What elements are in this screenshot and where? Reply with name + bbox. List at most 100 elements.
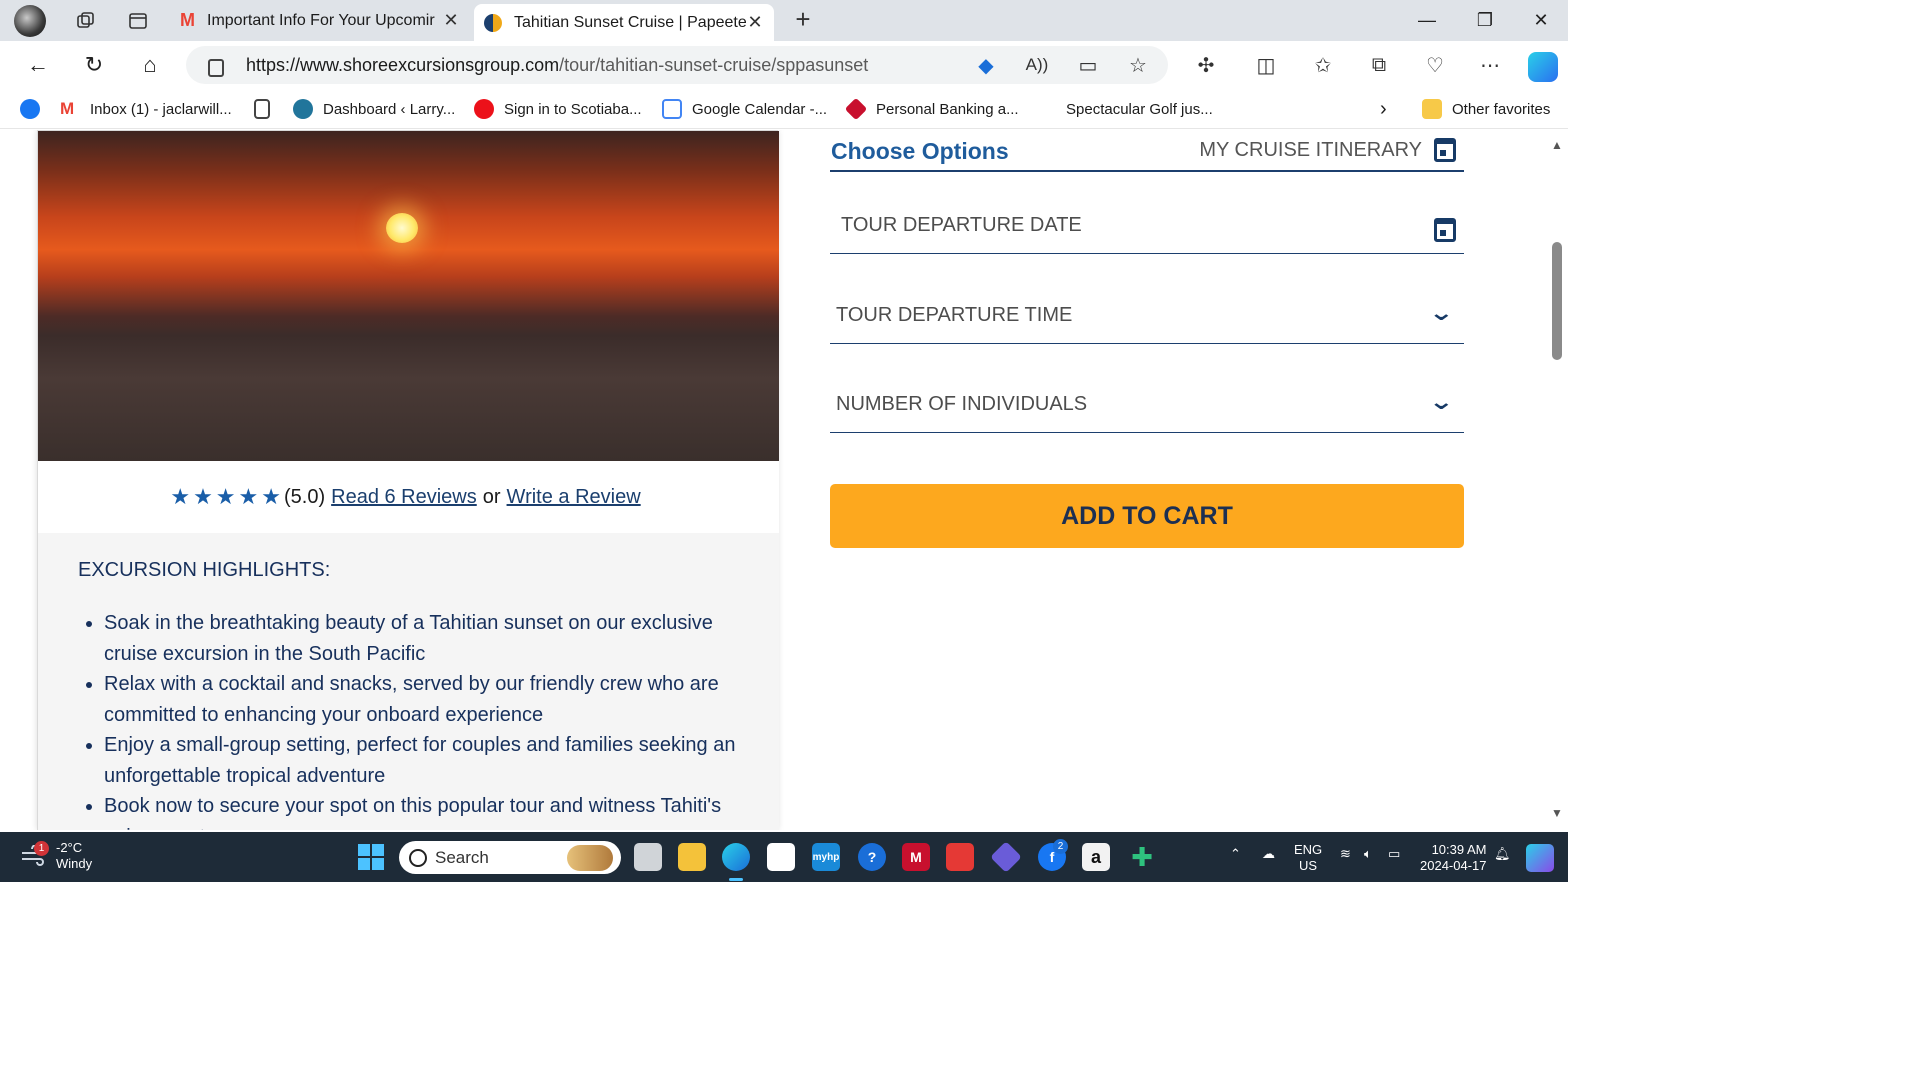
- lock-icon[interactable]: [208, 59, 224, 77]
- news-app-icon[interactable]: [946, 843, 974, 871]
- close-tab-icon[interactable]: ✕: [442, 10, 460, 31]
- address-bar[interactable]: https://www.shoreexcursionsgroup.com/tou…: [186, 46, 1168, 84]
- weather-alert-badge: 1: [34, 841, 49, 856]
- scroll-up-icon[interactable]: ▲: [1551, 138, 1563, 152]
- microsoft-store-icon[interactable]: [767, 843, 795, 871]
- page-scrollbar[interactable]: ▲ ▼: [1548, 130, 1568, 830]
- folder-icon: [1422, 99, 1442, 119]
- add-to-cart-button[interactable]: ADD TO CART: [830, 484, 1464, 548]
- fav-golf[interactable]: Spectacular Golf jus...: [1036, 97, 1213, 121]
- copilot-icon[interactable]: [1528, 52, 1558, 82]
- favorite-star-icon[interactable]: ☆: [1125, 52, 1151, 78]
- search-icon: [409, 848, 427, 867]
- refresh-button[interactable]: ↻: [78, 50, 110, 80]
- volume-icon[interactable]: 🔈︎: [1364, 846, 1372, 862]
- task-view-icon[interactable]: [634, 843, 662, 871]
- scroll-thumb[interactable]: [1552, 242, 1562, 360]
- scotiabank-icon: [474, 99, 494, 119]
- more-menu-icon[interactable]: ⋯: [1477, 52, 1503, 78]
- star-icon: ★: [261, 484, 281, 509]
- minimize-button[interactable]: —: [1398, 0, 1456, 41]
- sunset-photo: [38, 131, 779, 461]
- close-tab-icon[interactable]: ✕: [746, 12, 764, 33]
- golf-icon: [1036, 99, 1056, 119]
- rating-stars: ★ ★ ★ ★ ★: [170, 484, 284, 510]
- calendar-icon[interactable]: [1434, 218, 1456, 242]
- url-text[interactable]: https://www.shoreexcursionsgroup.com/tou…: [246, 55, 868, 76]
- departure-time-select[interactable]: TOUR DEPARTURE TIME ⌄: [830, 282, 1464, 344]
- extensions-icon[interactable]: ✣: [1193, 52, 1219, 78]
- page-content: ★ ★ ★ ★ ★ (5.0) Read 6 Reviews or Write a Re…: [0, 130, 1568, 830]
- rating-value: (5.0): [284, 485, 326, 508]
- weather-temp: -2°C: [56, 840, 83, 855]
- individuals-select[interactable]: NUMBER OF INDIVIDUALS ⌄: [830, 371, 1464, 433]
- departure-date-field[interactable]: TOUR DEPARTURE DATE: [830, 192, 1464, 254]
- language-indicator[interactable]: ENG US: [1294, 842, 1322, 874]
- options-header: Choose Options MY CRUISE ITINERARY: [830, 130, 1464, 172]
- fav-google-calendar[interactable]: Google Calendar -...: [662, 97, 827, 121]
- fav-dashboard[interactable]: Dashboard ‹ Larry...: [293, 97, 455, 121]
- calendar-icon[interactable]: [1434, 138, 1456, 162]
- restore-button[interactable]: ❐: [1456, 0, 1514, 41]
- start-button[interactable]: [358, 844, 384, 870]
- new-tab-button[interactable]: +: [788, 4, 818, 36]
- file-explorer-icon[interactable]: [678, 843, 706, 871]
- fav-facebook[interactable]: [20, 97, 50, 121]
- fav-personal-banking[interactable]: Personal Banking a...: [844, 97, 1019, 121]
- fav-inbox[interactable]: M Inbox (1) - jaclarwill...: [60, 97, 232, 121]
- favorites-overflow-chevron-icon[interactable]: ›: [1380, 97, 1387, 121]
- mcafee-icon[interactable]: M: [902, 843, 930, 871]
- facebook-icon: [20, 99, 40, 119]
- show-hidden-icons-chevron-icon[interactable]: ⌃: [1230, 846, 1241, 862]
- fav-page[interactable]: [254, 97, 280, 121]
- tab-tahitian-sunset[interactable]: Tahitian Sunset Cruise | Papeete S ✕: [474, 4, 774, 41]
- star-icon: ★: [193, 484, 213, 509]
- clock[interactable]: 10:39 AM 2024-04-17: [1420, 842, 1487, 874]
- copilot-taskbar-icon[interactable]: [1526, 844, 1554, 872]
- my-cruise-itinerary-link[interactable]: MY CRUISE ITINERARY: [1199, 139, 1422, 162]
- weather-widget[interactable]: 1 -2°C Windy: [20, 840, 92, 872]
- favorites-icon[interactable]: ✩: [1310, 52, 1336, 78]
- gmail-icon: M: [180, 10, 195, 30]
- tab-actions-icon[interactable]: [118, 5, 158, 37]
- workspaces-icon[interactable]: [66, 5, 106, 37]
- notifications-bell-icon[interactable]: 🔔︎: [1494, 846, 1511, 862]
- gmail-icon: M: [60, 99, 75, 118]
- write-review-link[interactable]: Write a Review: [507, 486, 641, 509]
- wifi-icon[interactable]: ≋: [1340, 846, 1351, 862]
- taskbar-search[interactable]: Search: [399, 841, 621, 874]
- chevron-down-icon[interactable]: ⌄: [1428, 389, 1454, 415]
- tab-gmail[interactable]: M Important Info For Your Upcomir ✕: [170, 4, 470, 37]
- browser-essentials-icon[interactable]: ♡: [1422, 52, 1448, 78]
- read-reviews-link[interactable]: Read 6 Reviews: [331, 486, 477, 509]
- fav-scotiabank[interactable]: Sign in to Scotiaba...: [474, 97, 642, 121]
- amazon-icon[interactable]: a: [1082, 843, 1110, 871]
- edge-icon[interactable]: [722, 843, 750, 871]
- home-button[interactable]: ⌂: [134, 50, 166, 80]
- collections-icon[interactable]: ⧉: [1366, 52, 1392, 78]
- profile-avatar[interactable]: [14, 4, 46, 37]
- split-screen-icon[interactable]: ◫: [1253, 52, 1279, 78]
- active-app-indicator: [729, 878, 743, 881]
- choose-options-title: Choose Options: [831, 138, 1009, 164]
- departure-date-label: TOUR DEPARTURE DATE: [841, 214, 1082, 236]
- close-window-button[interactable]: ✕: [1512, 0, 1570, 41]
- highlights-title: EXCURSION HIGHLIGHTS:: [78, 559, 331, 581]
- immersive-reader-icon[interactable]: ▭: [1075, 52, 1101, 78]
- get-help-icon[interactable]: ?: [858, 843, 886, 871]
- coupon-tag-icon[interactable]: ◆: [973, 52, 999, 78]
- scroll-down-icon[interactable]: ▼: [1551, 806, 1563, 820]
- chevron-down-icon[interactable]: ⌄: [1428, 300, 1454, 326]
- battery-icon[interactable]: ▭: [1388, 846, 1400, 862]
- clipchamp-icon[interactable]: [990, 841, 1022, 873]
- plus-app-icon[interactable]: ✚: [1128, 842, 1156, 872]
- other-favorites[interactable]: Other favorites: [1422, 97, 1550, 121]
- myhp-icon[interactable]: myhp: [812, 843, 840, 871]
- back-button[interactable]: ←: [22, 50, 54, 80]
- onedrive-icon[interactable]: ☁: [1262, 846, 1275, 862]
- excursion-highlights: EXCURSION HIGHLIGHTS: Soak in the breath…: [38, 533, 779, 830]
- favorites-bar: M Inbox (1) - jaclarwill... Dashboard ‹ …: [0, 89, 1568, 129]
- star-icon: ★: [238, 484, 259, 509]
- read-aloud-icon[interactable]: A)): [1024, 52, 1050, 78]
- shore-excursions-icon: [484, 13, 502, 32]
